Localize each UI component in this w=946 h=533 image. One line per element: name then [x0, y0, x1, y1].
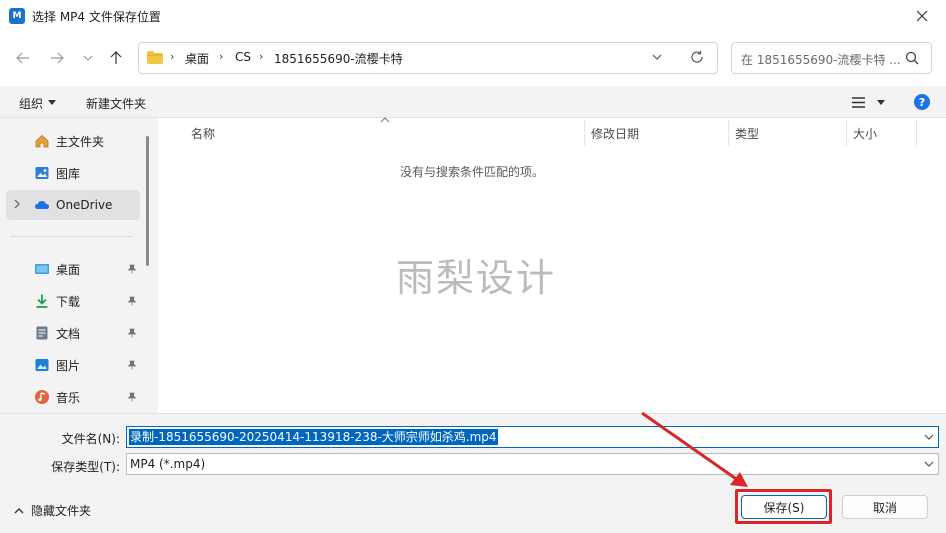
- search-input[interactable]: 在 1851655690-流樱卡特 ...: [741, 51, 901, 68]
- search-icon[interactable]: [905, 51, 919, 65]
- pin-icon: [127, 328, 137, 338]
- filetype-dropdown-button[interactable]: [924, 459, 934, 469]
- address-dropdown-button[interactable]: [652, 52, 662, 62]
- organize-dropdown-icon: [48, 100, 56, 105]
- sort-ascending-icon: [380, 117, 390, 123]
- view-options-button[interactable]: [852, 97, 865, 108]
- organize-label: 组织: [19, 97, 44, 111]
- cancel-button[interactable]: 取消: [842, 495, 928, 519]
- pin-icon: [127, 264, 137, 274]
- view-dropdown-icon[interactable]: [877, 100, 885, 105]
- gallery-icon: [35, 167, 49, 179]
- pin-icon: [127, 392, 137, 402]
- address-bar[interactable]: [138, 42, 718, 74]
- sidebar-item-music[interactable]: 音乐: [6, 382, 140, 412]
- pictures-icon: [35, 359, 49, 371]
- filetype-value: MP4 (*.mp4): [130, 457, 206, 471]
- close-button[interactable]: [906, 4, 938, 28]
- column-divider[interactable]: [584, 120, 585, 146]
- window-title: 选择 MP4 文件保存位置: [32, 10, 161, 24]
- organize-button[interactable]: 组织: [19, 95, 43, 112]
- sidebar-item-documents[interactable]: 文档: [6, 318, 140, 348]
- chevron-down-icon: [924, 461, 934, 467]
- empty-folder-message: 没有与搜索条件匹配的项。: [399, 165, 544, 179]
- cloud-icon: [35, 201, 49, 209]
- sidebar-item-home[interactable]: 主文件夹: [6, 126, 140, 156]
- sidebar-item-gallery[interactable]: 图库: [6, 158, 140, 188]
- arrow-right-icon: [51, 52, 64, 64]
- sidebar-item-label: 图片: [56, 358, 81, 373]
- sidebar-item-downloads[interactable]: 下载: [6, 286, 140, 316]
- forward-button[interactable]: [46, 47, 68, 69]
- cancel-button-label: 取消: [872, 500, 897, 515]
- arrow-up-icon: [110, 51, 122, 64]
- desktop-icon: [35, 264, 49, 274]
- download-icon: [36, 294, 48, 308]
- new-folder-label: 新建文件夹: [86, 97, 147, 111]
- sidebar-item-label: 文档: [56, 326, 81, 341]
- column-header-size[interactable]: 大小: [853, 125, 877, 142]
- column-divider[interactable]: [846, 120, 847, 146]
- chevron-down-icon: [652, 54, 662, 60]
- sidebar-item-desktop[interactable]: 桌面: [6, 254, 140, 284]
- recent-locations-button[interactable]: [77, 47, 99, 69]
- filename-label: 文件名(N):: [61, 432, 120, 446]
- up-button[interactable]: [105, 47, 127, 69]
- document-icon: [36, 326, 48, 340]
- expand-chevron-icon[interactable]: [13, 199, 21, 209]
- navigation-scrollbar[interactable]: [146, 136, 149, 266]
- watermark: 雨梨设计: [396, 256, 557, 300]
- pin-icon: [127, 296, 137, 306]
- list-view-icon: [852, 97, 865, 108]
- breadcrumb-current-folder[interactable]: 1851655690-流樱卡特: [274, 50, 403, 67]
- chevron-up-icon: [14, 507, 24, 513]
- refresh-icon: [691, 50, 703, 63]
- chevron-down-icon: [924, 434, 934, 440]
- breadcrumb-separator: ›: [219, 50, 224, 63]
- sidebar-item-label: 下载: [56, 294, 81, 309]
- folder-icon: [146, 50, 164, 65]
- filename-dropdown-button[interactable]: [924, 432, 934, 442]
- column-header-type[interactable]: 类型: [735, 125, 759, 142]
- hide-folders-toggle[interactable]: 隐藏文件夹: [14, 502, 91, 519]
- breadcrumb-separator: ›: [259, 50, 264, 63]
- music-icon: [35, 390, 49, 404]
- sidebar-item-label: 图库: [56, 166, 81, 181]
- column-header-name[interactable]: 名称: [191, 125, 215, 142]
- filename-value[interactable]: 录制-1851655690-20250414-113918-238-大师宗师如杀…: [129, 429, 498, 445]
- breadcrumb-cs[interactable]: CS: [235, 50, 251, 64]
- pin-icon: [127, 360, 137, 370]
- filetype-label: 保存类型(T):: [51, 460, 120, 474]
- sidebar-item-label: 音乐: [56, 390, 81, 405]
- sidebar-item-label: 主文件夹: [56, 134, 105, 149]
- chevron-down-icon: [83, 55, 93, 61]
- breadcrumb-desktop[interactable]: 桌面: [185, 50, 209, 67]
- help-icon[interactable]: ?: [914, 94, 930, 110]
- breadcrumb-separator: ›: [170, 50, 175, 63]
- arrow-left-icon: [16, 52, 29, 64]
- column-divider[interactable]: [728, 120, 729, 146]
- column-header-modified[interactable]: 修改日期: [591, 125, 639, 142]
- filetype-select[interactable]: [126, 453, 939, 475]
- hide-folders-label: 隐藏文件夹: [31, 504, 92, 518]
- sidebar-item-pictures[interactable]: 图片: [6, 350, 140, 380]
- new-folder-button[interactable]: 新建文件夹: [86, 95, 146, 112]
- column-divider[interactable]: [916, 120, 917, 146]
- refresh-button[interactable]: [690, 50, 704, 64]
- back-button[interactable]: [12, 47, 34, 69]
- close-icon: [916, 10, 928, 22]
- annotation-arrow: [630, 405, 760, 495]
- sidebar-item-label: 桌面: [56, 262, 81, 277]
- sidebar-item-onedrive[interactable]: OneDrive: [6, 190, 140, 220]
- home-icon: [35, 134, 49, 148]
- sidebar-divider: [10, 236, 132, 237]
- app-icon: M: [9, 8, 25, 24]
- sidebar-item-label: OneDrive: [56, 198, 113, 212]
